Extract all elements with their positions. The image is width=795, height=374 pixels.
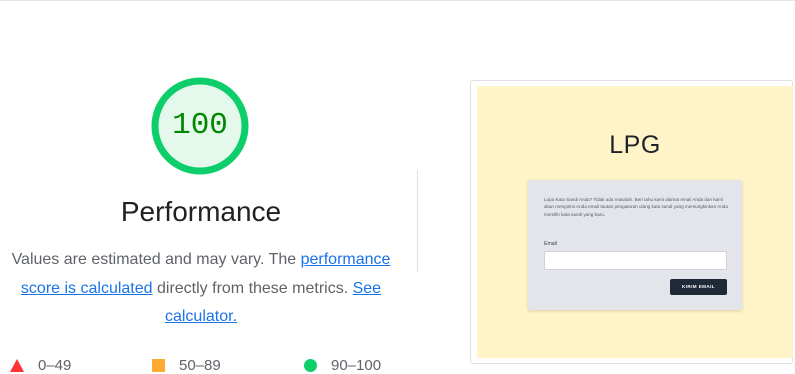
legend-item-average: 50–89 bbox=[152, 355, 221, 374]
legend-label-average: 50–89 bbox=[179, 356, 221, 374]
legend-item-fail: 0–49 bbox=[10, 355, 71, 374]
forgot-password-instructions: Lupa Kata Sandi Anda? Tidak ada masalah.… bbox=[544, 197, 728, 217]
score-description: Values are estimated and may vary. The p… bbox=[0, 246, 402, 332]
vertical-divider bbox=[417, 170, 418, 272]
email-label: Email bbox=[544, 241, 557, 247]
red-triangle-icon bbox=[10, 358, 24, 372]
score-value: 100 bbox=[172, 108, 228, 143]
category-title: Performance bbox=[120, 196, 282, 227]
performance-score-gauge: 100 bbox=[150, 76, 250, 176]
description-text-middle: directly from these metrics. bbox=[152, 279, 353, 297]
email-field bbox=[544, 251, 727, 270]
description-text-start: Values are estimated and may vary. The bbox=[11, 251, 301, 268]
forgot-password-card: Lupa Kata Sandi Anda? Tidak ada masalah.… bbox=[528, 180, 742, 310]
score-legend: 0–49 50–89 90–100 bbox=[0, 355, 420, 374]
send-email-button: KIRIM EMAIL bbox=[670, 279, 727, 295]
legend-label-fail: 0–49 bbox=[38, 356, 72, 374]
top-divider bbox=[0, 0, 795, 1]
orange-square-icon bbox=[152, 358, 165, 372]
screenshot-thumbnail[interactable]: LPG Lupa Kata Sandi Anda? Tidak ada masa… bbox=[477, 86, 793, 358]
legend-label-pass: 90–100 bbox=[331, 356, 382, 374]
thumbnail-logo: LPG bbox=[609, 131, 661, 159]
legend-item-pass: 90–100 bbox=[304, 355, 381, 374]
green-circle-icon bbox=[304, 358, 317, 372]
